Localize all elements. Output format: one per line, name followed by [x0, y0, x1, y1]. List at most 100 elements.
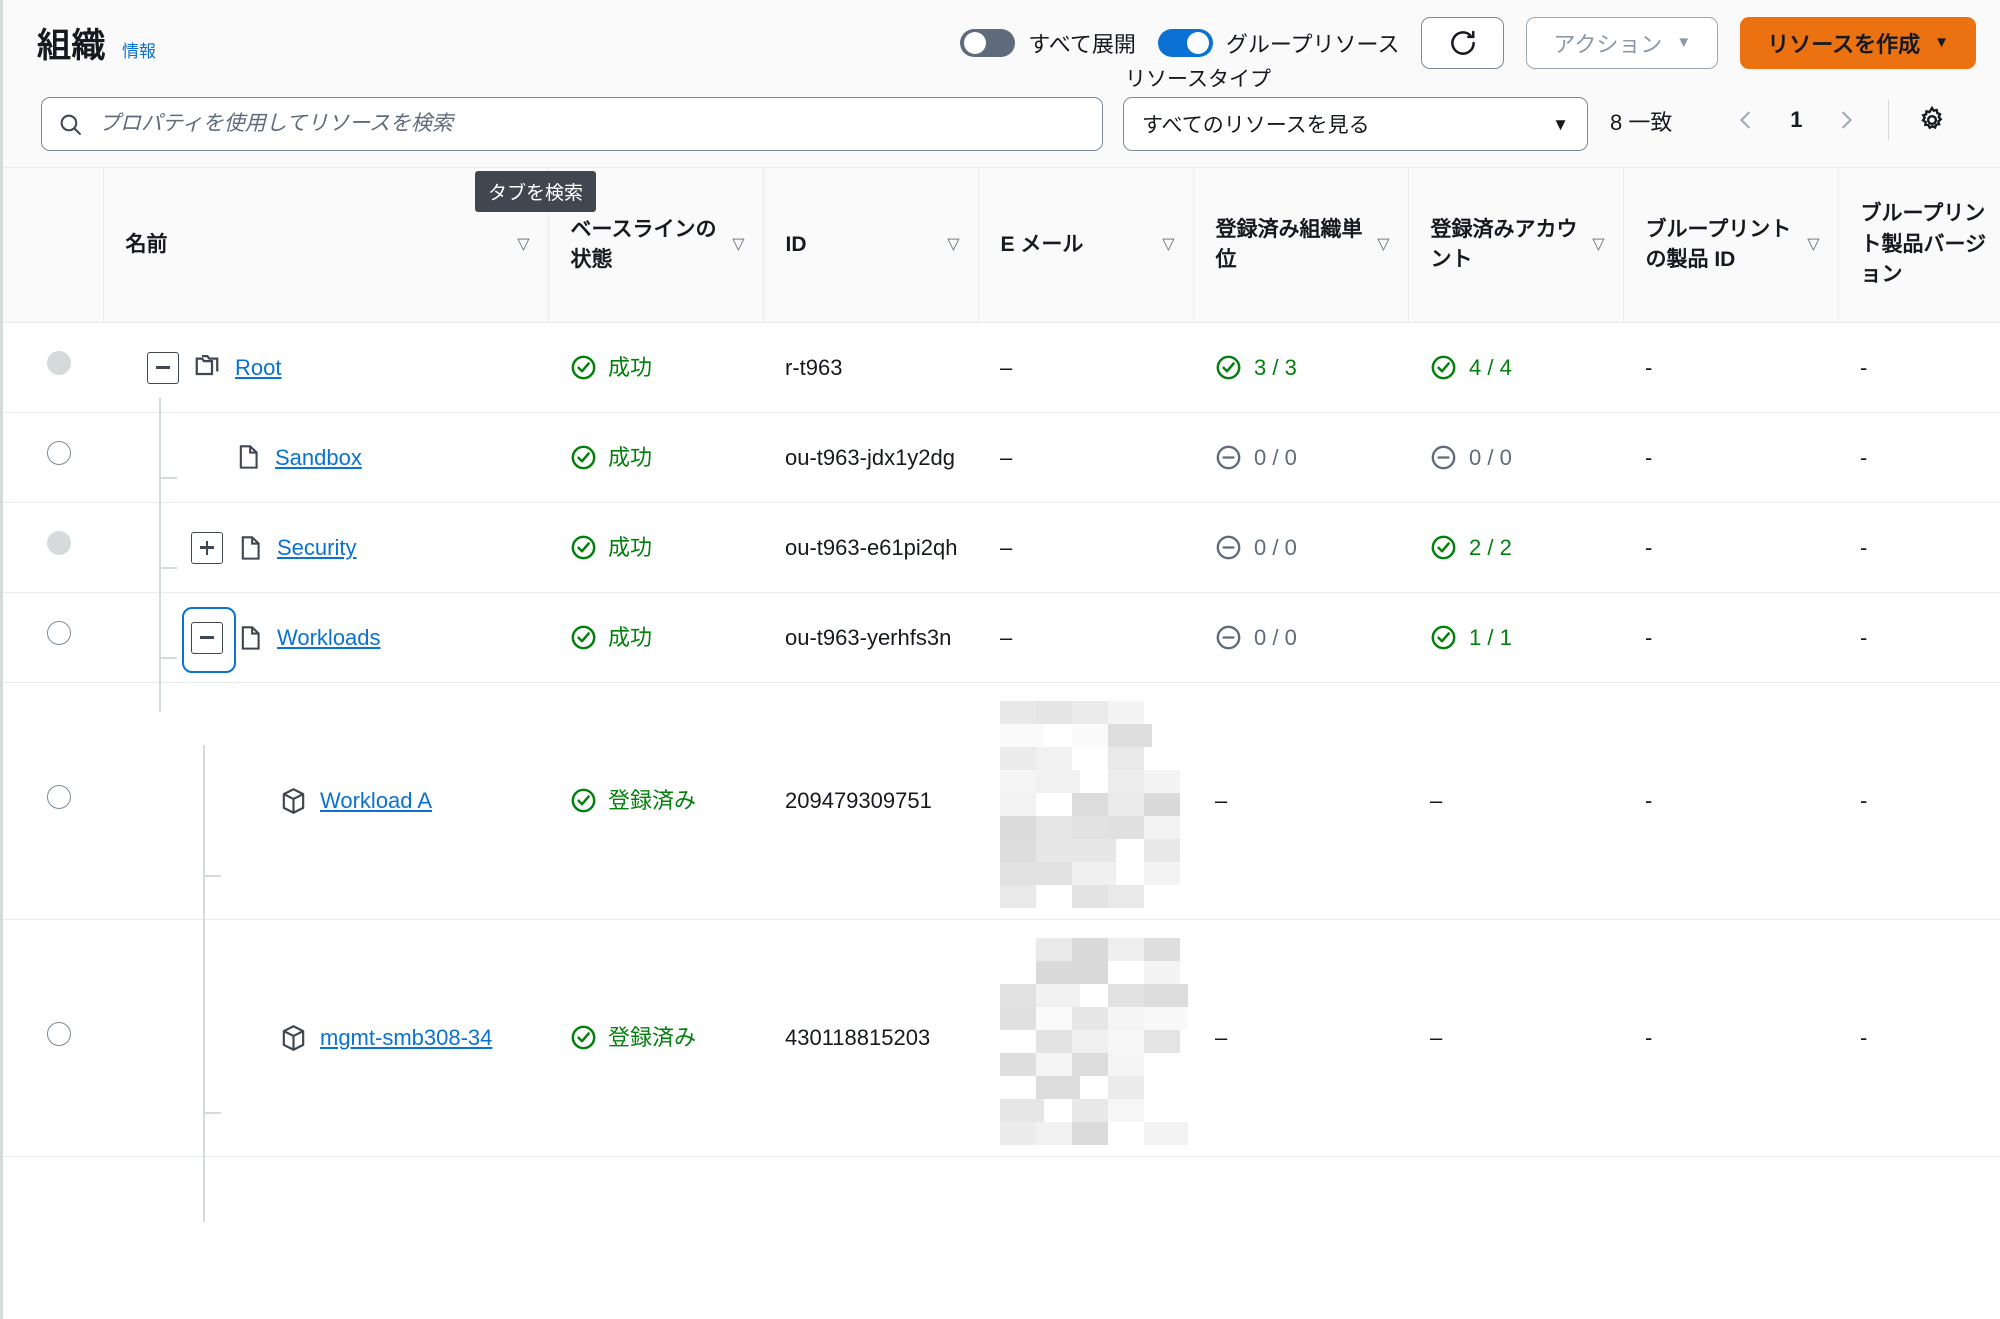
- tree-line: [159, 566, 177, 569]
- actions-button-label: アクション: [1553, 31, 1663, 57]
- cell-name: mgmt-smb308-34: [103, 919, 548, 1223]
- status-badge: 登録済み: [570, 1022, 753, 1054]
- sort-icon[interactable]: ▽: [947, 233, 967, 256]
- actions-button[interactable]: アクション ▼: [1526, 16, 1719, 69]
- column-header-id[interactable]: ID ▽: [762, 167, 978, 323]
- table-row[interactable]: Security 成功 ou-t963-e61pi2qh – 0 / 0 2 / 2 --: [3, 491, 2000, 622]
- sort-icon[interactable]: ▽: [1162, 233, 1182, 256]
- status-text: 登録済み: [608, 1025, 697, 1051]
- resource-name-link[interactable]: Workloads: [277, 622, 381, 654]
- row-select-cell[interactable]: [3, 919, 103, 1157]
- cell-name: Workloads: [103, 581, 548, 712]
- group-resources-switch[interactable]: [1157, 28, 1213, 57]
- cell-name: Root: [103, 322, 548, 444]
- resource-name-link[interactable]: Security: [277, 532, 356, 564]
- registered-accounts-count: 0 / 0: [1430, 442, 1613, 474]
- table-row[interactable]: Workload A 登録済み 209479309751 – – - -: [3, 682, 2000, 986]
- status-badge: 成功: [570, 622, 753, 654]
- column-header-blueprint-product-version[interactable]: ブループリント製品バージョン: [1837, 167, 2000, 323]
- row-select-cell[interactable]: [3, 592, 103, 683]
- table-row[interactable]: Workloads 成功 ou-t963-yerhfs3n – 0 / 0 1 / 1 --: [3, 581, 2000, 712]
- resource-name-link[interactable]: Sandbox: [275, 442, 362, 474]
- column-header-blueprint-product-id[interactable]: ブループリントの製品 ID ▽: [1622, 167, 1838, 323]
- expand-all-switch[interactable]: [960, 28, 1016, 57]
- cell-email: –: [978, 412, 1193, 503]
- sort-icon[interactable]: ▽: [1377, 233, 1397, 256]
- sort-icon[interactable]: ▽: [1807, 233, 1827, 256]
- row-select-cell[interactable]: [3, 682, 103, 920]
- registered-accounts-count: 2 / 2: [1430, 532, 1613, 564]
- chevron-right-icon: [1842, 111, 1853, 129]
- cell-registered-accounts: –: [1408, 682, 1623, 920]
- cell-email: –: [978, 592, 1193, 683]
- sort-icon[interactable]: ▽: [517, 233, 537, 256]
- cell-registered-accounts: 2 / 2: [1408, 502, 1623, 593]
- match-count: 8 一致: [1610, 110, 1673, 135]
- empty-value: –: [1000, 444, 1013, 470]
- check-circle-icon: [571, 445, 596, 470]
- sort-icon[interactable]: ▽: [732, 233, 752, 256]
- count-text: 1 / 1: [1469, 624, 1512, 650]
- cell-blueprint-product-version: -: [1838, 682, 2000, 920]
- resource-type-select[interactable]: すべてのリソースを見る ▼: [1123, 97, 1588, 151]
- row-radio[interactable]: [47, 621, 71, 646]
- row-select-cell[interactable]: [3, 502, 103, 593]
- sort-icon[interactable]: ▽: [1592, 233, 1612, 256]
- column-header-registered-accounts[interactable]: 登録済みアカウント ▽: [1407, 167, 1623, 323]
- row-radio[interactable]: [47, 441, 71, 466]
- gear-icon: [1921, 105, 1943, 130]
- focus-ring: [182, 606, 236, 673]
- resource-table: 名前 ▽ ベースラインの状態 ▽ ID ▽ E メール ▽ 登録済み組織単位 ▽…: [3, 167, 2000, 1223]
- search-input[interactable]: [97, 111, 1086, 137]
- cell-registered-accounts: 0 / 0: [1408, 412, 1623, 503]
- tree-line: [203, 982, 205, 1223]
- column-label: ブループリントの製品 ID: [1645, 217, 1792, 271]
- table-row[interactable]: mgmt-smb308-34 登録済み 430118815203 – – - -: [3, 919, 2000, 1223]
- refresh-button[interactable]: [1421, 16, 1505, 69]
- column-label: 登録済み組織単位: [1215, 217, 1363, 271]
- redacted-email: [1000, 938, 1188, 1145]
- group-resources-label: グループリソース: [1225, 31, 1400, 57]
- cell-email: [978, 682, 1193, 920]
- select-column-header: [3, 167, 103, 323]
- resource-name-link[interactable]: mgmt-smb308-34: [320, 1022, 492, 1054]
- column-header-registered-ou[interactable]: 登録済み組織単位 ▽: [1192, 167, 1408, 323]
- row-radio[interactable]: [47, 1021, 71, 1046]
- create-resource-button[interactable]: リソースを作成 ▼: [1740, 16, 1976, 69]
- row-select-cell[interactable]: [3, 322, 103, 413]
- resource-type-label: リソースタイプ: [1125, 68, 1271, 91]
- minus-circle-icon: [1216, 535, 1241, 560]
- search-box[interactable]: [41, 97, 1103, 151]
- next-page-button[interactable]: [1824, 98, 1868, 142]
- count-text: 0 / 0: [1254, 444, 1297, 470]
- prev-page-button[interactable]: [1724, 98, 1768, 142]
- check-circle-icon: [571, 625, 596, 650]
- table-row[interactable]: Root 成功 r-t963– 3 / 3 4 / 4 --: [3, 322, 2000, 444]
- cell-registered-ou: 3 / 3: [1193, 322, 1408, 413]
- cell-blueprint-product-version: -: [1838, 412, 2000, 503]
- switch-knob: [1186, 31, 1209, 54]
- cell-name: Sandbox: [103, 401, 548, 532]
- column-header-email[interactable]: E メール ▽: [977, 167, 1193, 323]
- cube-icon: [282, 1025, 305, 1051]
- count-text: 3 / 3: [1254, 354, 1297, 380]
- row-expand-toggle[interactable]: [182, 606, 236, 673]
- title-group: 組織 情報: [37, 18, 156, 67]
- table-row[interactable]: Sandbox 成功 ou-t963-jdx1y2dg – 0 / 0 0 / 0 --: [3, 401, 2000, 532]
- row-expand-toggle[interactable]: [147, 351, 179, 384]
- info-link[interactable]: 情報: [122, 37, 156, 62]
- toggle-expand-all[interactable]: すべて展開: [960, 27, 1136, 59]
- cell-blueprint-product-version: -: [1838, 919, 2000, 1157]
- row-radio[interactable]: [47, 784, 71, 809]
- empty-value: –: [1430, 788, 1443, 814]
- row-select-cell[interactable]: [3, 412, 103, 503]
- search-tabs-tooltip: タブを検索: [475, 171, 597, 212]
- resource-name-link[interactable]: Workload A: [320, 785, 432, 817]
- column-label: E メール: [1000, 232, 1084, 256]
- chevron-down-icon: ▼: [1676, 34, 1692, 51]
- page-number[interactable]: 1: [1776, 107, 1816, 133]
- row-expand-toggle[interactable]: [191, 531, 223, 564]
- toggle-group-resources[interactable]: グループリソース: [1157, 27, 1400, 59]
- resource-name-link[interactable]: Root: [235, 352, 281, 384]
- table-settings-button[interactable]: [1909, 97, 1955, 143]
